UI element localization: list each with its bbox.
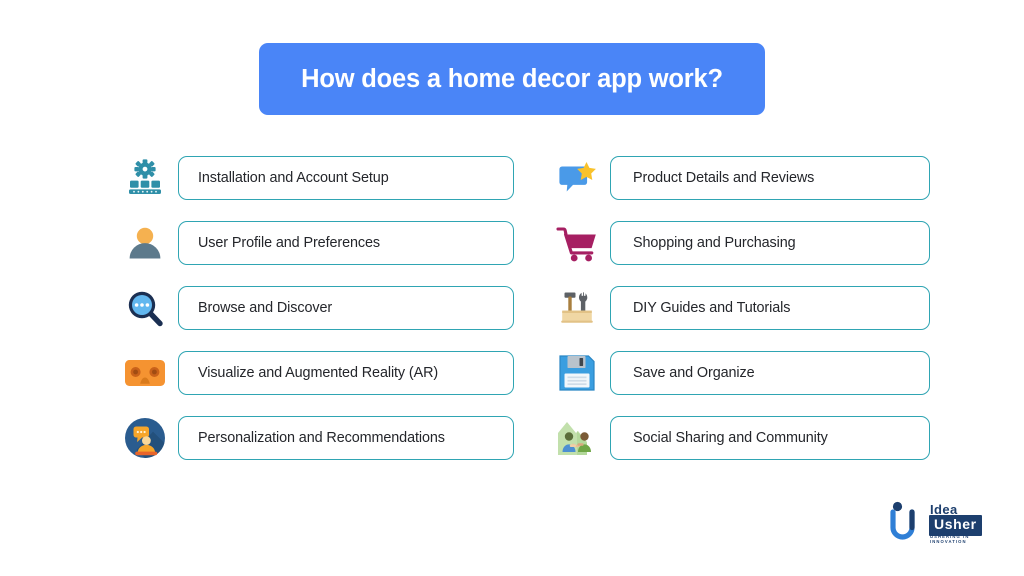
logo-tagline: USHERING IN INNOVATION: [930, 534, 970, 544]
gear-server-setup-icon: [118, 155, 172, 201]
list-item[interactable]: Shopping and Purchasing: [550, 217, 930, 269]
shopping-cart-icon: [550, 220, 604, 266]
logo-u-mark-icon: [888, 500, 928, 547]
title-banner: How does a home decor app work?: [259, 43, 765, 115]
handshake-community-icon: [550, 415, 604, 461]
person-chat-bubble-icon: [118, 415, 172, 461]
user-profile-icon: [118, 220, 172, 266]
list-item-pill[interactable]: Personalization and Recommendations: [178, 416, 514, 460]
list-item-label: Social Sharing and Community: [633, 430, 828, 446]
magnifying-glass-icon: [118, 285, 172, 331]
list-item-label: Shopping and Purchasing: [633, 235, 796, 251]
list-item[interactable]: Visualize and Augmented Reality (AR): [118, 347, 514, 399]
list-item-pill[interactable]: Visualize and Augmented Reality (AR): [178, 351, 514, 395]
list-item-label: Save and Organize: [633, 365, 755, 381]
list-item-label: User Profile and Preferences: [198, 235, 380, 251]
list-item-label: DIY Guides and Tutorials: [633, 300, 791, 316]
list-item[interactable]: User Profile and Preferences: [118, 217, 514, 269]
list-item-pill[interactable]: Save and Organize: [610, 351, 930, 395]
list-item-label: Browse and Discover: [198, 300, 333, 316]
list-item[interactable]: Installation and Account Setup: [118, 152, 514, 204]
list-item[interactable]: Save and Organize: [550, 347, 930, 399]
list-item-label: Personalization and Recommendations: [198, 430, 445, 446]
logo-usher-text: Usher: [934, 516, 977, 532]
list-item[interactable]: Personalization and Recommendations: [118, 412, 514, 464]
floppy-disk-icon: [550, 350, 604, 396]
list-item-label: Product Details and Reviews: [633, 170, 815, 186]
list-item[interactable]: Social Sharing and Community: [550, 412, 930, 464]
list-item-pill[interactable]: DIY Guides and Tutorials: [610, 286, 930, 330]
list-item-pill[interactable]: Browse and Discover: [178, 286, 514, 330]
list-item[interactable]: Browse and Discover: [118, 282, 514, 334]
vr-goggles-icon: [118, 350, 172, 396]
list-item-pill[interactable]: Shopping and Purchasing: [610, 221, 930, 265]
list-item-pill[interactable]: Social Sharing and Community: [610, 416, 930, 460]
list-item-pill[interactable]: Installation and Account Setup: [178, 156, 514, 200]
logo-usher-box: Usher: [929, 515, 982, 536]
speech-bubble-star-icon: [550, 155, 604, 201]
toolbox-hammer-wrench-icon: [550, 285, 604, 331]
list-item[interactable]: DIY Guides and Tutorials: [550, 282, 930, 334]
list-item[interactable]: Product Details and Reviews: [550, 152, 930, 204]
list-item-pill[interactable]: User Profile and Preferences: [178, 221, 514, 265]
list-item-label: Installation and Account Setup: [198, 170, 389, 186]
idea-usher-logo: Idea Usher USHERING IN INNOVATION: [888, 498, 1000, 544]
infographic-canvas: How does a home decor app work? Installa…: [0, 0, 1024, 576]
left-column: Installation and Account Setup User Prof…: [118, 152, 514, 464]
page-title: How does a home decor app work?: [301, 64, 723, 93]
list-item-label: Visualize and Augmented Reality (AR): [198, 365, 439, 381]
list-item-pill[interactable]: Product Details and Reviews: [610, 156, 930, 200]
right-column: Product Details and Reviews Shopping and…: [550, 152, 930, 464]
